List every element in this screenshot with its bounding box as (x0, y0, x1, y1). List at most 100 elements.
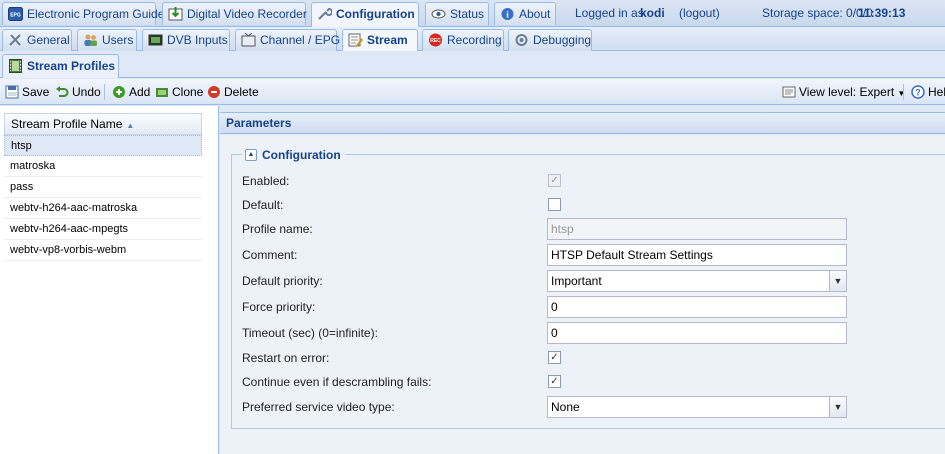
tab-channel-epg[interactable]: Channel / EPG (235, 29, 340, 51)
tab-status[interactable]: Status (425, 2, 489, 25)
table-row[interactable]: webtv-h264-aac-mpegts (4, 219, 202, 240)
table-row[interactable]: webtv-vp8-vorbis-webm (4, 240, 202, 261)
username: kodi (640, 6, 665, 20)
save-label: Save (22, 85, 50, 99)
tab-recording[interactable]: REC Recording (422, 29, 504, 51)
timeout-field[interactable]: 0 (547, 322, 847, 344)
logout-link[interactable]: (logout) (679, 0, 720, 26)
enabled-checkbox[interactable]: ✓ (548, 174, 561, 187)
tools-icon (9, 34, 21, 46)
tab-electronic-program-guide[interactable]: EPG Electronic Program Guide (2, 2, 164, 25)
add-icon (113, 86, 125, 98)
continue-descrambling-checkbox[interactable]: ✓ (548, 375, 561, 388)
comment-label: Comment: (242, 248, 298, 262)
sort-ascending-icon: ▲ (126, 121, 135, 130)
tab-dvb-inputs[interactable]: DVB Inputs (142, 29, 230, 51)
stream-icon (348, 33, 363, 47)
table-row[interactable]: pass (4, 177, 202, 198)
profile-name-label: Profile name: (242, 222, 313, 236)
table-row[interactable]: matroska (4, 156, 202, 177)
tab-label: About (519, 7, 551, 21)
tab-label: Users (102, 33, 134, 47)
add-button[interactable]: Add (112, 83, 150, 101)
tab-label: Stream (367, 33, 408, 47)
clone-icon (156, 88, 168, 97)
table-row[interactable]: htsp (4, 135, 202, 156)
dvr-icon (168, 7, 183, 21)
profile-name-cell: pass (10, 181, 34, 193)
tab-stream[interactable]: Stream (342, 29, 418, 52)
collapse-toggle-icon[interactable]: ▲ (245, 149, 257, 161)
help-button[interactable]: ? Help (911, 83, 945, 101)
profile-name-cell: webtv-vp8-vorbis-webm (10, 244, 127, 256)
comment-field[interactable]: HTSP Default Stream Settings (547, 244, 847, 266)
chevron-down-icon[interactable]: ▼ (829, 271, 846, 291)
continue-descrambling-label: Continue even if descrambling fails: (242, 375, 432, 389)
force-priority-field[interactable]: 0 (547, 296, 847, 318)
svg-text:REC: REC (430, 38, 441, 44)
restart-on-error-checkbox[interactable]: ✓ (548, 351, 561, 364)
tab-label: Status (450, 7, 485, 21)
info-icon: i (501, 8, 514, 20)
chevron-down-icon[interactable]: ▼ (829, 397, 846, 417)
help-icon: ? (911, 85, 925, 99)
save-icon (5, 85, 19, 99)
save-button[interactable]: Save (5, 83, 49, 101)
checkmark-icon: ✓ (550, 175, 559, 186)
tab-label: Digital Video Recorder (187, 7, 307, 21)
tab-general[interactable]: General (2, 29, 72, 51)
configuration-legend: ▲ Configuration (242, 147, 345, 163)
profile-name-field[interactable]: htsp (547, 218, 847, 240)
profile-name-cell: webtv-h264-aac-matroska (10, 202, 138, 214)
configuration-section-title: Configuration (262, 148, 341, 162)
column-header-stream-profile-name[interactable]: Stream Profile Name ▲ (4, 113, 202, 135)
clone-button[interactable]: Clone (155, 83, 203, 101)
tab-users[interactable]: Users (77, 29, 137, 51)
profile-name-cell: webtv-h264-aac-mpegts (10, 223, 129, 235)
enabled-label: Enabled: (242, 174, 290, 188)
configuration-tab-bar: General Users DVB Inputs Channel / EPG S… (0, 27, 945, 52)
checkmark-icon: ✓ (550, 352, 559, 363)
dvb-icon (148, 34, 163, 46)
film-icon (9, 59, 22, 73)
undo-button[interactable]: Undo (55, 83, 101, 101)
tab-label: DVB Inputs (167, 33, 228, 47)
table-row[interactable]: webtv-h264-aac-matroska (4, 198, 202, 219)
tab-label: General (27, 33, 70, 47)
tab-about[interactable]: i About (494, 2, 556, 25)
default-label: Default: (242, 198, 284, 212)
tab-label: Debugging (533, 33, 592, 47)
tab-digital-video-recorder[interactable]: Digital Video Recorder (162, 2, 307, 25)
add-label: Add (129, 85, 151, 99)
preferred-video-type-select[interactable]: None ▼ (547, 396, 847, 418)
tab-label: Stream Profiles (27, 59, 116, 73)
undo-label: Undo (72, 85, 101, 99)
tab-stream-profiles[interactable]: Stream Profiles (2, 54, 119, 78)
toolbar: Save Undo Add Clone Delete View level: E… (0, 79, 945, 105)
checkmark-icon: ✓ (550, 376, 559, 387)
default-priority-label: Default priority: (242, 274, 323, 288)
tab-debugging[interactable]: Debugging (508, 29, 592, 51)
force-priority-label: Force priority: (242, 300, 316, 314)
view-level-label: View level: Expert (799, 85, 895, 99)
chevron-down-icon: ▼ (897, 89, 906, 98)
logged-in-label: Logged in as (575, 6, 644, 20)
default-priority-select[interactable]: Important ▼ (547, 270, 847, 292)
tab-label: Configuration (336, 7, 415, 21)
stream-profile-grid: Stream Profile Name ▲ htsp matroska pass … (0, 106, 219, 454)
default-checkbox[interactable] (548, 198, 561, 211)
tab-configuration[interactable]: Configuration (311, 2, 419, 27)
wrench-icon (318, 7, 332, 20)
tab-label: Electronic Program Guide (27, 7, 165, 21)
delete-button[interactable]: Delete (207, 83, 259, 101)
preferred-video-type-value: None (551, 400, 580, 414)
rec-icon: REC (429, 33, 442, 47)
users-icon (84, 34, 97, 46)
main-tab-bar: EPG Electronic Program Guide Digital Vid… (0, 0, 945, 27)
default-priority-value: Important (551, 274, 602, 288)
view-level-dropdown[interactable]: View level: Expert ▼ (782, 83, 905, 101)
eye-icon (431, 9, 446, 19)
svg-text:?: ? (915, 88, 921, 98)
toolbar-separator (104, 84, 105, 100)
storage-space: Storage space: 0/0/0 (762, 6, 873, 20)
